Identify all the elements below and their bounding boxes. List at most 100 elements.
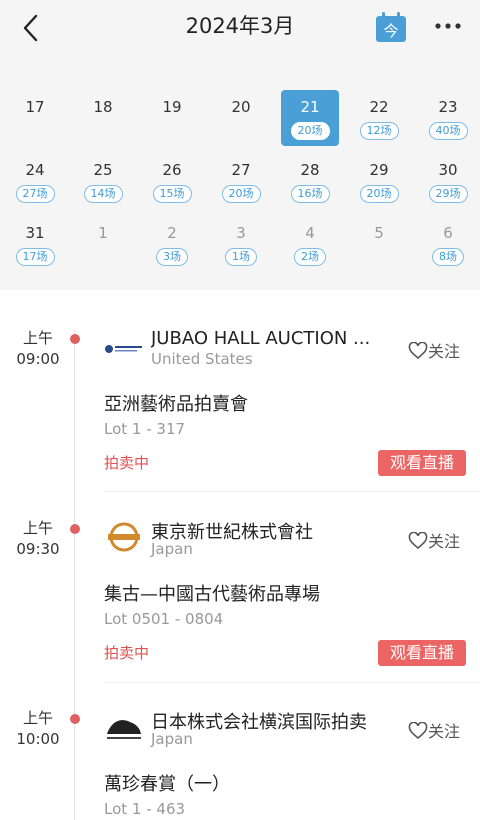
day-number: 6 [443, 224, 453, 242]
day-number: 5 [374, 224, 384, 242]
calendar-day[interactable]: 22 12场 [350, 90, 408, 146]
more-dots-icon [435, 23, 461, 29]
auction-count-badge: 16场 [290, 185, 330, 203]
auction-count-badge: 40场 [428, 122, 468, 140]
more-button[interactable] [430, 14, 466, 38]
auction-country: Japan [151, 540, 193, 558]
auction-count-badge: 2场 [294, 248, 326, 266]
calendar-day[interactable]: 3 1场 [212, 216, 270, 272]
auction-house-name[interactable]: JUBAO HALL AUCTION ... [151, 328, 399, 349]
follow-label: 关注 [428, 532, 461, 551]
calendar-day[interactable]: 25 14场 [74, 153, 132, 209]
calendar-day[interactable]: 5 [350, 216, 408, 272]
day-number: 26 [162, 161, 182, 179]
day-number: 23 [438, 98, 458, 116]
calendar-day[interactable]: 26 15场 [143, 153, 201, 209]
day-number: 3 [236, 224, 246, 242]
auction-country: Japan [151, 730, 193, 748]
calendar-day[interactable]: 30 29场 [419, 153, 477, 209]
day-number: 19 [162, 98, 182, 116]
sale-title[interactable]: 萬珍春賞（一） [104, 770, 230, 796]
sale-title[interactable]: 亞洲藝術品拍賣會 [104, 390, 248, 416]
calendar-day[interactable]: 24 27场 [6, 153, 64, 209]
auction-count-badge: 3场 [156, 248, 188, 266]
timeline-dot [70, 524, 80, 534]
auction-count-badge: 20场 [221, 185, 261, 203]
calendar-day[interactable]: 1 [74, 216, 132, 272]
day-number: 21 [300, 98, 320, 116]
calendar-day[interactable]: 2 3场 [143, 216, 201, 272]
calendar-day[interactable]: 27 20场 [212, 153, 270, 209]
day-number: 31 [25, 224, 45, 242]
follow-button[interactable]: 关注 [408, 718, 470, 742]
day-number: 2 [167, 224, 177, 242]
svg-text:今: 今 [383, 22, 398, 40]
time-period: 上午 [22, 709, 53, 727]
day-number: 30 [438, 161, 458, 179]
lot-range: Lot 1 - 317 [104, 420, 186, 438]
auction-count-badge: 27场 [15, 185, 55, 203]
today-button[interactable]: 今 [374, 10, 408, 44]
follow-button[interactable]: 关注 [408, 528, 470, 552]
auction-item[interactable]: 上午 09:30 東京新世紀株式會社 Japan 关注 集古—中國古代藝術品專場… [0, 510, 480, 683]
auction-count-badge: 20场 [359, 185, 399, 203]
calendar-day[interactable]: 20 [212, 90, 270, 146]
day-number: 24 [25, 161, 45, 179]
calendar-day[interactable]: 18 [74, 90, 132, 146]
calendar-day[interactable]: 28 16场 [281, 153, 339, 209]
auction-count-badge: 29场 [428, 185, 468, 203]
heart-icon [408, 721, 428, 740]
auction-item[interactable]: 上午 10:00 日本株式会社横滨国际拍卖 Japan 关注 萬珍春賞（一） L… [0, 700, 480, 820]
auction-country: United States [151, 350, 253, 368]
time-value: 09:00 [16, 350, 60, 368]
follow-label: 关注 [428, 722, 461, 741]
auction-count-badge: 12场 [359, 122, 399, 140]
follow-label: 关注 [428, 342, 461, 361]
status-label: 拍卖中 [104, 644, 150, 662]
time-period: 上午 [22, 329, 53, 347]
day-number: 17 [25, 98, 45, 116]
heart-icon [408, 341, 428, 360]
day-number: 25 [93, 161, 113, 179]
auction-time: 上午 09:30 [12, 518, 64, 560]
lot-range: Lot 0501 - 0804 [104, 610, 224, 628]
auction-item[interactable]: 上午 09:00 JUBAO HALL AUCTION ... United S… [0, 320, 480, 492]
auction-count-badge: 20场 [290, 122, 330, 140]
calendar-day[interactable]: 23 40场 [419, 90, 477, 146]
item-separator [104, 682, 480, 683]
calendar-day[interactable]: 21 20场 [281, 90, 339, 146]
day-number: 4 [305, 224, 315, 242]
auction-house-logo [104, 520, 144, 554]
sale-title[interactable]: 集古—中國古代藝術品專場 [104, 580, 320, 606]
auction-count-badge: 17场 [15, 248, 55, 266]
lot-range: Lot 1 - 463 [104, 800, 186, 818]
day-number: 18 [93, 98, 113, 116]
time-value: 10:00 [16, 730, 60, 748]
calendar-day[interactable]: 31 17场 [6, 216, 64, 272]
follow-button[interactable]: 关注 [408, 338, 470, 362]
calendar-day[interactable]: 29 20场 [350, 153, 408, 209]
watch-live-button[interactable]: 观看直播 [378, 450, 466, 476]
timeline-dot [70, 714, 80, 724]
auction-count-badge: 1场 [225, 248, 257, 266]
auction-time: 上午 10:00 [12, 708, 64, 750]
calendar-day[interactable]: 4 2场 [281, 216, 339, 272]
auction-count-badge: 8场 [432, 248, 464, 266]
calendar-today-icon: 今 [376, 12, 406, 42]
calendar-grid: 17 18 19 20 21 20场 22 12场 23 40场 24 27场 25 14场 26 15场 27… [0, 56, 480, 290]
auction-count-badge: 15场 [152, 185, 192, 203]
day-number: 28 [300, 161, 320, 179]
heart-icon [408, 531, 428, 550]
auction-time: 上午 09:00 [12, 328, 64, 370]
item-separator [104, 491, 480, 492]
time-value: 09:30 [16, 540, 60, 558]
day-number: 1 [98, 224, 108, 242]
watch-live-button[interactable]: 观看直播 [378, 640, 466, 666]
status-label: 拍卖中 [104, 454, 150, 472]
day-number: 29 [369, 161, 389, 179]
calendar-day[interactable]: 6 8场 [419, 216, 477, 272]
section-divider [0, 290, 480, 302]
calendar-day[interactable]: 19 [143, 90, 201, 146]
day-number: 22 [369, 98, 389, 116]
calendar-day[interactable]: 17 [6, 90, 64, 146]
